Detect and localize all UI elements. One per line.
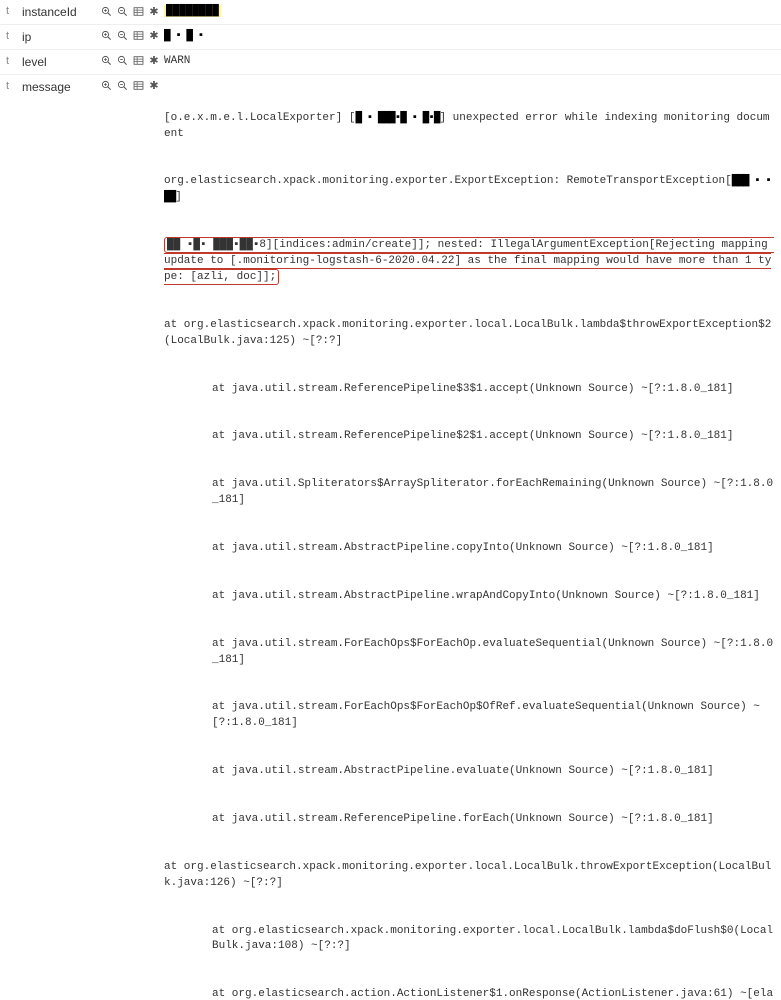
field-row-ip: t ip ✱ █ ▪ █ ▪ — [0, 25, 781, 50]
log-line: at java.util.stream.ReferencePipeline$3$… — [164, 382, 775, 398]
field-row-message: t message ✱ [o.e.x.m.e.l.LocalExporter] … — [0, 75, 781, 1000]
log-line: at org.elasticsearch.action.ActionListen… — [164, 987, 775, 1000]
field-tools: ✱ — [100, 54, 164, 67]
field-row-level: t level ✱ WARN — [0, 50, 781, 75]
field-tools: ✱ — [100, 79, 164, 92]
log-line: at java.util.stream.ForEachOps$ForEachOp… — [164, 700, 775, 732]
table-icon[interactable] — [132, 5, 144, 17]
table-icon[interactable] — [132, 80, 144, 92]
star-icon[interactable]: ✱ — [148, 5, 160, 17]
log-line: at java.util.stream.AbstractPipeline.eva… — [164, 764, 775, 780]
log-line: [o.e.x.m.e.l.LocalExporter] [█ ▪ ███▪█ ▪… — [164, 111, 775, 143]
zoom-out-icon[interactable] — [116, 80, 128, 92]
field-type: t — [6, 4, 22, 17]
log-line: at java.util.stream.ReferencePipeline.fo… — [164, 812, 775, 828]
field-name: level — [22, 54, 100, 69]
field-tools: ✱ — [100, 29, 164, 42]
log-line: at java.util.stream.AbstractPipeline.wra… — [164, 589, 775, 605]
field-type: t — [6, 79, 22, 92]
field-name: ip — [22, 29, 100, 44]
highlighted-value: ████████ — [164, 5, 221, 17]
zoom-in-icon[interactable] — [100, 5, 112, 17]
field-name: message — [22, 79, 100, 94]
field-type: t — [6, 54, 22, 67]
field-name: instanceId — [22, 4, 100, 19]
star-icon[interactable]: ✱ — [148, 80, 160, 92]
field-tools: ✱ — [100, 4, 164, 17]
field-value: ████████ — [164, 4, 775, 20]
field-value: █ ▪ █ ▪ — [164, 29, 775, 45]
log-line: org.elasticsearch.xpack.monitoring.expor… — [164, 174, 775, 206]
boxed-error: ██ ▪█▪ ███▪██▪8][indices:admin/create]];… — [164, 238, 775, 286]
zoom-out-icon[interactable] — [116, 5, 128, 17]
zoom-in-icon[interactable] — [100, 30, 112, 42]
log-line: at java.util.stream.ReferencePipeline$2$… — [164, 429, 775, 445]
field-row-instanceid: t instanceId ✱ ████████ — [0, 0, 781, 25]
field-value: WARN — [164, 54, 775, 70]
zoom-in-icon[interactable] — [100, 80, 112, 92]
log-line: at org.elasticsearch.xpack.monitoring.ex… — [164, 860, 775, 892]
table-icon[interactable] — [132, 30, 144, 42]
zoom-out-icon[interactable] — [116, 55, 128, 67]
log-line: at java.util.stream.ForEachOps$ForEachOp… — [164, 637, 775, 669]
log-line: at org.elasticsearch.xpack.monitoring.ex… — [164, 318, 775, 350]
log-line: at java.util.stream.AbstractPipeline.cop… — [164, 541, 775, 557]
message-value: [o.e.x.m.e.l.LocalExporter] [█ ▪ ███▪█ ▪… — [164, 79, 775, 1000]
zoom-in-icon[interactable] — [100, 55, 112, 67]
field-type: t — [6, 29, 22, 42]
table-icon[interactable] — [132, 55, 144, 67]
star-icon[interactable]: ✱ — [148, 30, 160, 42]
star-icon[interactable]: ✱ — [148, 55, 160, 67]
log-line: at org.elasticsearch.xpack.monitoring.ex… — [164, 924, 775, 956]
zoom-out-icon[interactable] — [116, 30, 128, 42]
log-line: at java.util.Spliterators$ArraySpliterat… — [164, 477, 775, 509]
